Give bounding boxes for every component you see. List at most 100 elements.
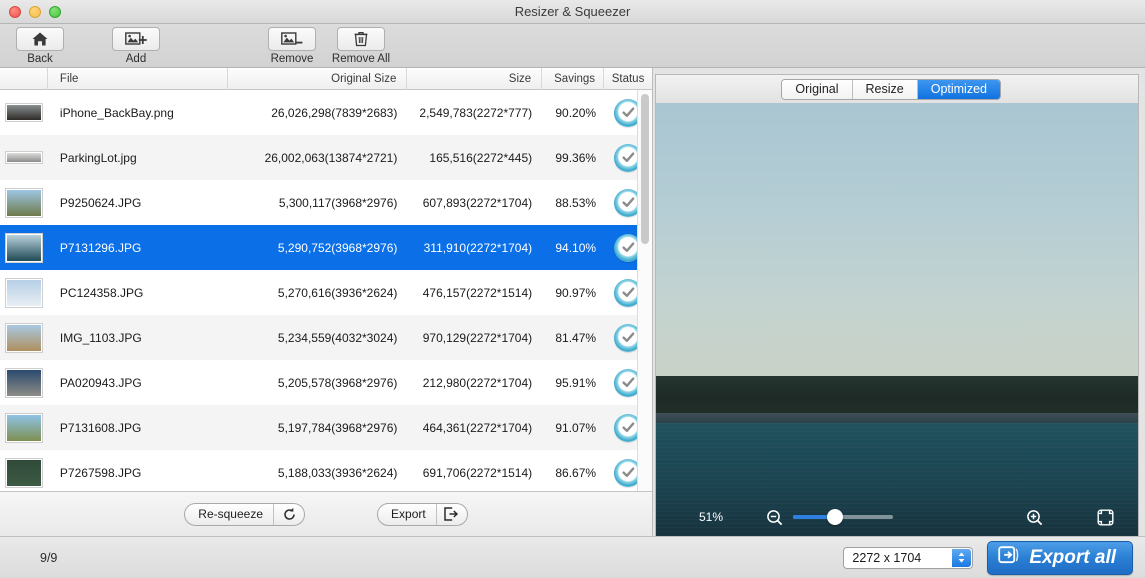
zoom-slider[interactable] bbox=[793, 509, 893, 525]
content-area: File Original Size Size Savings Status i… bbox=[0, 67, 1145, 536]
column-header-file[interactable]: File bbox=[48, 67, 228, 90]
add-label: Add bbox=[125, 53, 147, 65]
export-button[interactable]: Export bbox=[377, 502, 468, 526]
row-file-name: P7267598.JPG bbox=[59, 465, 142, 480]
table-row[interactable]: PA020943.JPG 5,205,578(3968*2976) 212,980(… bbox=[0, 360, 652, 405]
preview-tab-bar: Original Resize Optimized bbox=[656, 75, 1138, 103]
row-thumbnail bbox=[0, 315, 48, 360]
app-window: Resizer & Squeezer Back Add Remove Remov… bbox=[0, 0, 1145, 578]
row-savings: 99.36% bbox=[555, 150, 597, 165]
row-size: 2,549,783(2272*777) bbox=[419, 105, 533, 120]
zoom-out-icon[interactable] bbox=[766, 509, 783, 526]
table-row[interactable]: iPhone_BackBay.png 26,026,298(7839*2683) 2… bbox=[0, 90, 652, 135]
row-original-size: 5,234,559(4032*3024) bbox=[277, 330, 398, 345]
row-savings: 90.97% bbox=[555, 285, 597, 300]
sky-region bbox=[656, 103, 1138, 376]
home-icon bbox=[16, 27, 64, 51]
preview-image[interactable] bbox=[656, 103, 1138, 536]
export-label: Export bbox=[391, 507, 426, 521]
row-file-name: PC124358.JPG bbox=[59, 285, 144, 300]
export-icon bbox=[437, 507, 467, 521]
back-button[interactable]: Back bbox=[8, 27, 72, 65]
column-header-status[interactable]: Status bbox=[604, 68, 652, 90]
dimension-select[interactable]: 2272 x 1704 bbox=[843, 546, 974, 569]
list-action-bar: Re-squeeze Export bbox=[0, 491, 652, 536]
preview-tab-resize[interactable]: Resize bbox=[852, 79, 918, 99]
row-savings: 81.47% bbox=[555, 330, 597, 345]
remove-all-button[interactable]: Remove All bbox=[324, 27, 398, 65]
title-bar: Resizer & Squeezer bbox=[0, 0, 1145, 24]
remove-label: Remove bbox=[270, 53, 314, 65]
chevron-updown-icon bbox=[952, 548, 972, 567]
row-file-name: P7131296.JPG bbox=[59, 240, 142, 255]
row-savings: 91.07% bbox=[555, 420, 597, 435]
list-scrollbar[interactable] bbox=[637, 90, 652, 491]
export-all-button[interactable]: Export all bbox=[987, 540, 1133, 575]
file-count: 9/9 bbox=[40, 550, 58, 565]
table-row[interactable]: IMG_1103.JPG 5,234,559(4032*3024) 970,129(… bbox=[0, 315, 652, 360]
resqueeze-label: Re-squeeze bbox=[198, 507, 264, 521]
row-savings: 94.10% bbox=[555, 240, 597, 255]
refresh-icon bbox=[274, 507, 304, 522]
row-thumbnail bbox=[0, 270, 48, 315]
preview-tab-optimized[interactable]: Optimized bbox=[917, 79, 1000, 99]
preview-panel: Original Resize Optimized 51% bbox=[653, 68, 1145, 536]
file-list-panel: File Original Size Size Savings Status i… bbox=[0, 67, 653, 536]
remove-all-label: Remove All bbox=[331, 53, 391, 65]
row-file-name: IMG_1103.JPG bbox=[59, 330, 142, 345]
table-row[interactable]: P7267598.JPG 5,188,033(3936*2624) 691,706(… bbox=[0, 450, 652, 491]
row-size: 607,893(2272*1704) bbox=[422, 195, 533, 210]
row-thumbnail bbox=[0, 405, 48, 450]
status-bar: 9/9 2272 x 1704 Export all bbox=[0, 536, 1145, 578]
table-row[interactable]: P7131608.JPG 5,197,784(3968*2976) 464,361(… bbox=[0, 405, 652, 450]
row-original-size: 5,290,752(3968*2976) bbox=[277, 240, 398, 255]
column-header-size[interactable]: Size bbox=[407, 67, 543, 90]
remove-image-icon bbox=[268, 27, 316, 51]
row-size: 970,129(2272*1704) bbox=[422, 330, 533, 345]
export-icon bbox=[998, 545, 1020, 570]
row-size: 311,910(2272*1704) bbox=[423, 240, 533, 255]
window-title: Resizer & Squeezer bbox=[514, 4, 631, 19]
table-row[interactable]: PC124358.JPG 5,270,616(3936*2624) 476,157(… bbox=[0, 270, 652, 315]
row-file-name: P9250624.JPG bbox=[59, 195, 142, 210]
row-original-size: 5,300,117(3968*2976) bbox=[278, 195, 398, 210]
treeline-region bbox=[656, 375, 1138, 415]
row-file-name: PA020943.JPG bbox=[59, 375, 142, 390]
add-image-icon bbox=[112, 27, 160, 51]
toolbar: Back Add Remove Remove All bbox=[0, 24, 1145, 68]
fit-to-screen-icon[interactable] bbox=[1097, 509, 1114, 526]
row-original-size: 5,188,033(3936*2624) bbox=[277, 465, 398, 480]
row-file-name: P7131608.JPG bbox=[59, 420, 142, 435]
row-original-size: 26,002,063(13874*2721) bbox=[264, 150, 398, 165]
table-row[interactable]: ParkingLot.jpg 26,002,063(13874*2721) 165,… bbox=[0, 135, 652, 180]
row-savings: 90.20% bbox=[555, 105, 597, 120]
list-scrollbar-thumb[interactable] bbox=[641, 94, 649, 244]
row-original-size: 26,026,298(7839*2683) bbox=[271, 105, 398, 120]
preview-frame: Original Resize Optimized 51% bbox=[655, 74, 1139, 536]
row-size: 476,157(2272*1514) bbox=[422, 285, 533, 300]
preview-tab-original[interactable]: Original bbox=[782, 79, 853, 99]
row-file-name: iPhone_BackBay.png bbox=[59, 105, 174, 120]
row-thumbnail bbox=[0, 135, 48, 180]
row-original-size: 5,270,616(3936*2624) bbox=[277, 285, 398, 300]
column-header-thumbnail[interactable] bbox=[0, 67, 48, 90]
zoom-in-icon[interactable] bbox=[1026, 509, 1043, 526]
table-row[interactable]: P7131296.JPG 5,290,752(3968*2976) 311,910(… bbox=[0, 225, 652, 270]
column-header-original-size[interactable]: Original Size bbox=[228, 67, 408, 90]
dimension-select-value: 2272 x 1704 bbox=[852, 550, 922, 565]
add-button[interactable]: Add bbox=[104, 27, 168, 65]
row-thumbnail bbox=[0, 360, 48, 405]
row-thumbnail bbox=[0, 225, 48, 270]
table-row[interactable]: P9250624.JPG 5,300,117(3968*2976) 607,893(… bbox=[0, 180, 652, 225]
remove-button[interactable]: Remove bbox=[260, 27, 324, 65]
column-header-savings[interactable]: Savings bbox=[542, 67, 605, 90]
row-original-size: 5,197,784(3968*2976) bbox=[277, 420, 398, 435]
zoom-level: 51% bbox=[698, 510, 724, 524]
file-list-rows: iPhone_BackBay.png 26,026,298(7839*2683) 2… bbox=[0, 90, 652, 491]
zoom-slider-knob[interactable] bbox=[827, 509, 843, 525]
row-thumbnail bbox=[0, 450, 48, 491]
preview-tab-segment: Original Resize Optimized bbox=[781, 78, 1001, 100]
resqueeze-button[interactable]: Re-squeeze bbox=[184, 502, 306, 526]
row-thumbnail bbox=[0, 90, 48, 135]
row-savings: 86.67% bbox=[555, 465, 597, 480]
